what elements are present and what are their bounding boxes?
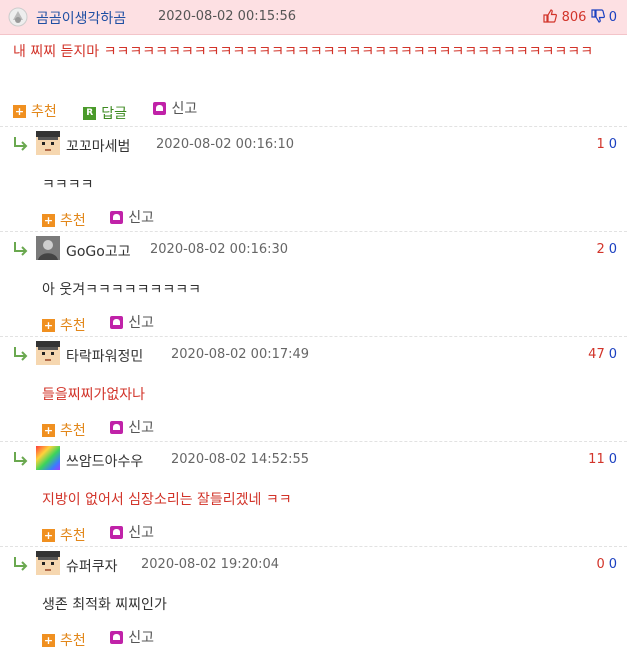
comment-text: 지방이 없어서 심장소리는 잘들리겠네 ㅋㅋ — [42, 492, 292, 508]
recommend-label: 추천 — [60, 318, 86, 334]
report-label: 신고 — [128, 525, 154, 541]
recommend-label: 추천 — [60, 528, 86, 544]
post-votes: 806 0 — [543, 9, 617, 25]
recommend-label: 추천 — [31, 104, 57, 120]
comment-date: 2020-08-02 14:52:55 — [171, 452, 310, 467]
comment-votes: 00 — [596, 557, 617, 572]
plus-icon: + — [42, 528, 55, 542]
comment-text: 아 웃겨ㅋㅋㅋㅋㅋㅋㅋㅋㅋ — [42, 282, 202, 298]
comment-downvotes: 0 — [608, 242, 617, 257]
comment: 슈퍼쿠자 2020-08-02 19:20:04 00 생존 최적화 찌찌인가 … — [0, 546, 627, 651]
recommend-button[interactable]: + 추천 — [42, 210, 86, 230]
reply-arrow-icon — [14, 137, 28, 151]
comment-downvotes: 0 — [608, 557, 617, 572]
plus-icon: + — [42, 318, 55, 332]
reply-icon: R — [83, 106, 97, 120]
report-icon — [110, 630, 124, 644]
report-label: 신고 — [128, 315, 154, 331]
report-label: 신고 — [128, 210, 154, 226]
report-label: 신고 — [128, 420, 154, 436]
comment-author[interactable]: 타락파워정민 — [66, 346, 143, 366]
reply-button[interactable]: R 답글 — [83, 103, 127, 123]
comment-date: 2020-08-02 19:20:04 — [141, 557, 280, 572]
comment-upvotes: 0 — [596, 557, 605, 572]
thumbs-down-icon[interactable] — [590, 9, 605, 23]
comment-actions: + 추천 신고 — [42, 417, 174, 440]
reply-label: 답글 — [101, 106, 127, 122]
report-button[interactable]: 신고 — [110, 522, 154, 542]
post-body: 내 찌찌 듣지마 ㅋㅋㅋㅋㅋㅋㅋㅋㅋㅋㅋㅋㅋㅋㅋㅋㅋㅋㅋㅋㅋㅋㅋㅋㅋㅋㅋㅋㅋㅋㅋ… — [13, 44, 594, 60]
comment-votes: 11 0 — [588, 452, 617, 467]
downvote-count: 0 — [608, 10, 617, 25]
recommend-button[interactable]: + 추천 — [42, 630, 86, 650]
comment-votes: 10 — [596, 137, 617, 152]
author-level-icon — [8, 7, 28, 27]
comment-text: 들을찌찌가없자나 — [42, 387, 146, 403]
report-icon — [110, 210, 124, 224]
recommend-label: 추천 — [60, 213, 86, 229]
report-label: 신고 — [128, 630, 154, 646]
reply-arrow-icon — [14, 557, 28, 571]
report-button[interactable]: 신고 — [110, 417, 154, 437]
comment: GoGo고고 2020-08-02 00:16:30 20 아 웃겨ㅋㅋㅋㅋㅋㅋ… — [0, 231, 627, 336]
post-date: 2020-08-02 00:15:56 — [158, 9, 297, 24]
post-header: 곰곰이생각하곰 2020-08-02 00:15:56 806 0 — [0, 0, 627, 35]
comment-date: 2020-08-02 00:16:10 — [156, 137, 295, 152]
report-icon — [110, 315, 124, 329]
recommend-button[interactable]: + 추천 — [42, 525, 86, 545]
thumbs-up-icon[interactable] — [543, 9, 558, 23]
comment-actions: + 추천 신고 — [42, 207, 174, 230]
comment-date: 2020-08-02 00:17:49 — [171, 347, 310, 362]
comment: 쓰암드아수우 2020-08-02 14:52:55 11 0 지방이 없어서 심… — [0, 441, 627, 546]
post-author[interactable]: 곰곰이생각하곰 — [36, 8, 126, 28]
reply-arrow-icon — [14, 347, 28, 361]
comment-upvotes: 1 — [596, 137, 605, 152]
recommend-button[interactable]: + 추천 — [13, 101, 57, 121]
report-icon — [153, 101, 167, 115]
recommend-label: 추천 — [60, 633, 86, 649]
comment: 타락파워정민 2020-08-02 00:17:49 47 0 들을찌찌가없자나 … — [0, 336, 627, 441]
recommend-button[interactable]: + 추천 — [42, 420, 86, 440]
comment-downvotes: 0 — [608, 452, 617, 467]
plus-icon: + — [42, 423, 55, 437]
report-icon — [110, 525, 124, 539]
upvote-count: 806 — [561, 10, 587, 25]
comment-text: 생존 최적화 찌찌인가 — [42, 597, 167, 613]
pixel-face-icon — [36, 341, 60, 365]
comment-upvotes: 11 — [588, 452, 605, 467]
comment-upvotes: 2 — [596, 242, 605, 257]
comment-date: 2020-08-02 00:16:30 — [150, 242, 289, 257]
pixel-face-icon — [36, 551, 60, 575]
report-button[interactable]: 신고 — [110, 627, 154, 647]
report-button[interactable]: 신고 — [110, 312, 154, 332]
comment: 꼬꼬마세범 2020-08-02 00:16:10 10 ㅋㅋㅋㅋ + 추천 신고 — [0, 126, 627, 231]
report-button[interactable]: 신고 — [110, 207, 154, 227]
recommend-button[interactable]: + 추천 — [42, 315, 86, 335]
comment-votes: 47 0 — [588, 347, 617, 362]
pixel-face-icon — [36, 131, 60, 155]
photo-avatar-icon — [36, 236, 60, 260]
reply-arrow-icon — [14, 242, 28, 256]
comment-actions: + 추천 신고 — [42, 312, 174, 335]
post-actions: + 추천 R 답글 신고 — [13, 98, 219, 123]
comment-downvotes: 0 — [608, 137, 617, 152]
comment-text: ㅋㅋㅋㅋ — [42, 177, 94, 193]
comment-author[interactable]: GoGo고고 — [66, 241, 131, 261]
plus-icon: + — [42, 213, 55, 227]
plus-icon: + — [13, 104, 26, 118]
rainbow-avatar-icon — [36, 446, 60, 470]
comment-author[interactable]: 꼬꼬마세범 — [66, 136, 130, 156]
comment-downvotes: 0 — [608, 347, 617, 362]
comment-author[interactable]: 슈퍼쿠자 — [66, 556, 118, 576]
comment-upvotes: 47 — [588, 347, 605, 362]
plus-icon: + — [42, 633, 55, 647]
comment-actions: + 추천 신고 — [42, 522, 174, 545]
report-label: 신고 — [171, 101, 198, 117]
reply-arrow-icon — [14, 452, 28, 466]
recommend-label: 추천 — [60, 423, 86, 439]
report-button[interactable]: 신고 — [153, 98, 197, 118]
report-icon — [110, 420, 124, 434]
comment-author[interactable]: 쓰암드아수우 — [66, 451, 143, 471]
comment-votes: 20 — [596, 242, 617, 257]
